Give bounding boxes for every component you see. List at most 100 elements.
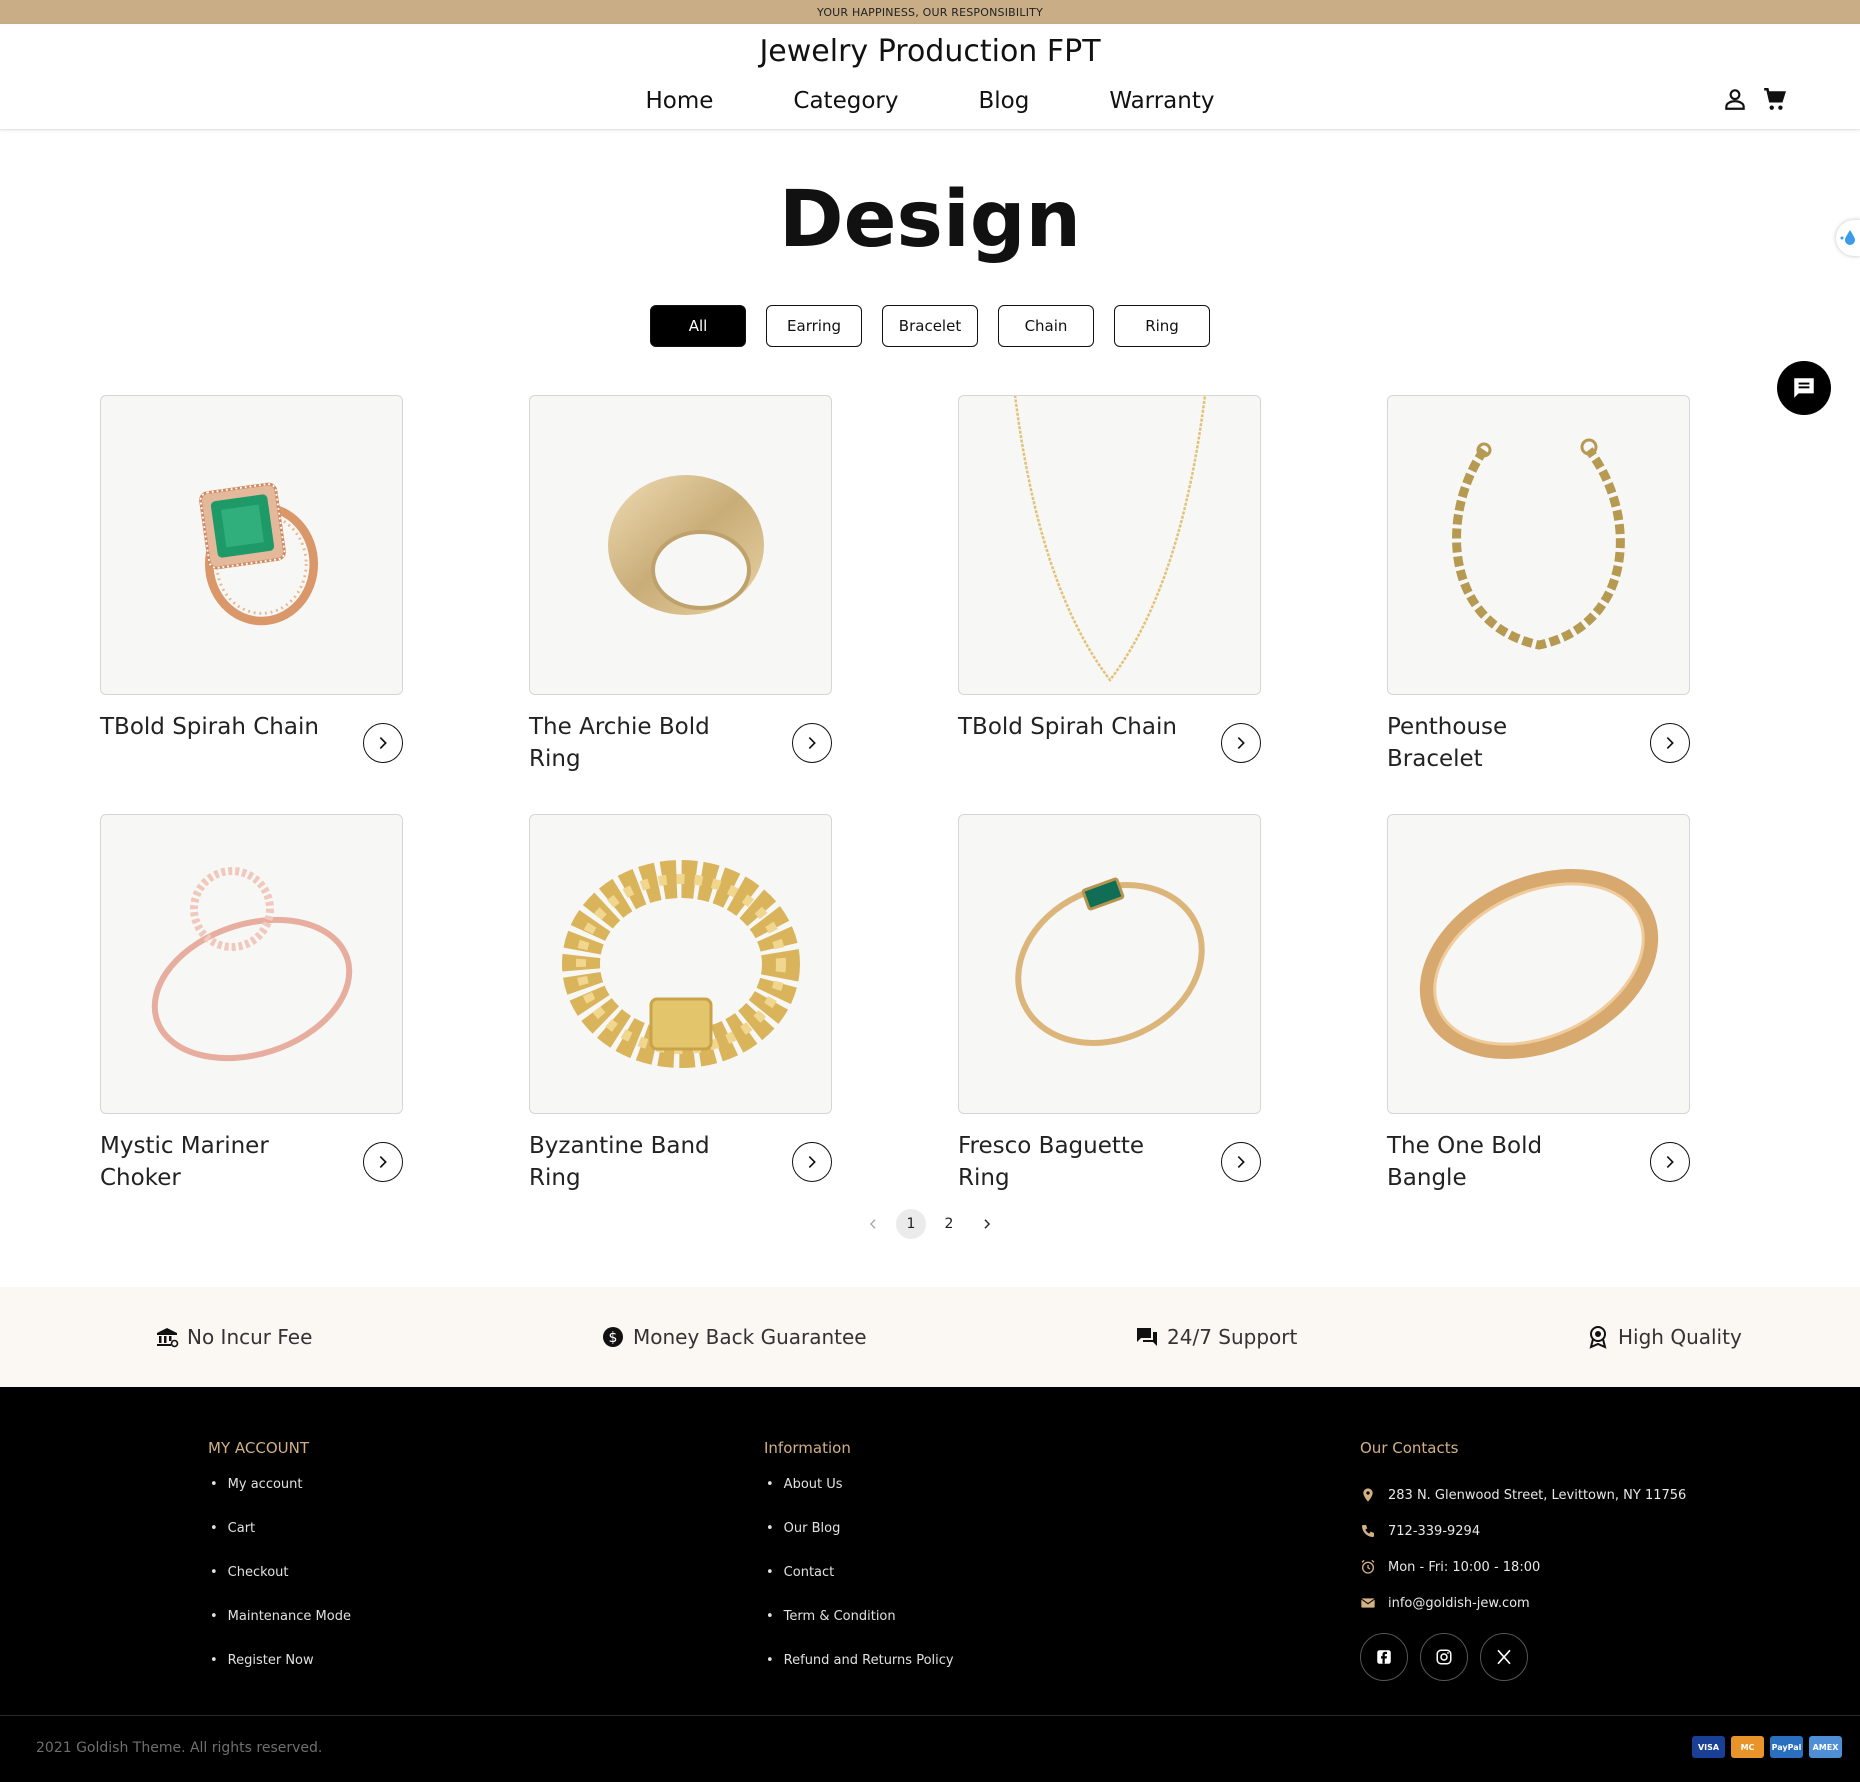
product-name[interactable]: The One Bold Bangle	[1387, 1130, 1607, 1194]
product-image-chain-necklace[interactable]	[958, 395, 1261, 695]
announcement-bar: YOUR HAPPINESS, OUR RESPONSIBILITY	[0, 0, 1860, 24]
feature-label: Money Back Guarantee	[633, 1325, 867, 1349]
product-card[interactable]: The Archie Bold Ring	[529, 395, 832, 772]
brand-title[interactable]: Jewelry Production FPT	[0, 34, 1860, 69]
product-image-chain-bracelet[interactable]	[1387, 395, 1690, 695]
next-page-button[interactable]	[972, 1209, 1002, 1239]
footer-link-my-account[interactable]: My account	[208, 1477, 351, 1521]
view-product-button[interactable]	[363, 723, 403, 763]
visa-icon: VISA	[1692, 1736, 1725, 1758]
product-image-circle-diamond-ring[interactable]	[100, 814, 403, 1114]
payment-methods: VISA MC PayPal AMEX	[1692, 1736, 1842, 1758]
contact-phone-text[interactable]: 712-339-9294	[1388, 1524, 1480, 1539]
nav-category[interactable]: Category	[793, 88, 898, 114]
copyright-text: 2021 Goldish Theme. All rights reserved.	[36, 1740, 323, 1756]
page-2-button[interactable]: 2	[934, 1209, 964, 1239]
bank-icon	[157, 1328, 179, 1348]
product-card[interactable]: TBold Spirah Chain	[100, 395, 403, 763]
product-name[interactable]: TBold Spirah Chain	[100, 711, 320, 743]
chat-button[interactable]	[1777, 361, 1831, 415]
x-icon[interactable]	[1480, 1633, 1528, 1681]
site-header: Jewelry Production FPT Home Category Blo…	[0, 24, 1860, 130]
product-card[interactable]: The One Bold Bangle	[1387, 814, 1690, 1191]
filter-ring[interactable]: Ring	[1114, 305, 1210, 347]
filter-earring[interactable]: Earring	[766, 305, 862, 347]
chevron-left-icon	[869, 1219, 876, 1229]
feature-support: 24/7 Support	[1135, 1325, 1297, 1349]
footer-link-cart[interactable]: Cart	[208, 1521, 351, 1565]
contact-hours-text: Mon - Fri: 10:00 - 18:00	[1388, 1559, 1541, 1575]
instagram-icon[interactable]	[1420, 1633, 1468, 1681]
prev-page-button[interactable]	[858, 1209, 888, 1239]
product-card[interactable]: Fresco Baguette Ring	[958, 814, 1261, 1191]
footer-link-register[interactable]: Register Now	[208, 1653, 351, 1697]
footer-heading: Our Contacts	[1360, 1439, 1459, 1457]
mastercard-icon: MC	[1731, 1736, 1764, 1758]
product-name[interactable]: Mystic Mariner Choker	[100, 1130, 320, 1194]
filter-chain[interactable]: Chain	[998, 305, 1094, 347]
paypal-icon: PayPal	[1770, 1736, 1803, 1758]
product-name[interactable]: TBold Spirah Chain	[958, 711, 1178, 743]
view-product-button[interactable]	[363, 1142, 403, 1182]
product-image-dome-ring[interactable]	[529, 395, 832, 695]
nav-home[interactable]: Home	[645, 88, 713, 114]
pagination: 1 2	[0, 1209, 1860, 1239]
product-name[interactable]: Fresco Baguette Ring	[958, 1130, 1178, 1194]
contact-email-text[interactable]: info@goldish-jew.com	[1388, 1596, 1530, 1611]
product-image-byzantine-ring[interactable]	[529, 814, 832, 1114]
feature-label: 24/7 Support	[1167, 1325, 1298, 1349]
view-product-button[interactable]	[1650, 723, 1690, 763]
alarm-clock-icon	[1361, 1559, 1375, 1574]
chevron-right-icon	[1237, 737, 1245, 749]
view-product-button[interactable]	[1650, 1142, 1690, 1182]
view-product-button[interactable]	[1221, 723, 1261, 763]
footer-link-terms[interactable]: Term & Condition	[764, 1609, 954, 1653]
nav-warranty[interactable]: Warranty	[1109, 88, 1214, 114]
contact-hours: Mon - Fri: 10:00 - 18:00	[1360, 1549, 1686, 1585]
footer-link-refund[interactable]: Refund and Returns Policy	[764, 1653, 954, 1697]
features-bar: No Incur Fee $ Money Back Guarantee 24/7…	[0, 1287, 1860, 1387]
product-card[interactable]: Byzantine Band Ring	[529, 814, 832, 1191]
product-name[interactable]: The Archie Bold Ring	[529, 711, 749, 775]
account-icon[interactable]	[1722, 86, 1748, 112]
product-name[interactable]: Byzantine Band Ring	[529, 1130, 749, 1194]
product-image-emerald-ring[interactable]	[100, 395, 403, 695]
filter-bracelet[interactable]: Bracelet	[882, 305, 978, 347]
footer-information-column: Information About Us Our Blog Contact Te…	[764, 1439, 954, 1697]
chevron-right-icon	[808, 1156, 816, 1168]
chevron-right-icon	[1666, 1156, 1674, 1168]
product-image-baguette-ring[interactable]	[958, 814, 1261, 1114]
product-card[interactable]: Mystic Mariner Choker	[100, 814, 403, 1191]
footer-link-contact[interactable]: Contact	[764, 1565, 954, 1609]
chevron-right-icon	[1666, 737, 1674, 749]
view-product-button[interactable]	[792, 1142, 832, 1182]
contact-address: 283 N. Glenwood Street, Levittown, NY 11…	[1360, 1477, 1686, 1513]
dollar-circle-icon: $	[603, 1327, 623, 1347]
footer-link-maintenance[interactable]: Maintenance Mode	[208, 1609, 351, 1653]
facebook-icon[interactable]	[1360, 1633, 1408, 1681]
contact-phone: 712-339-9294	[1360, 1513, 1686, 1549]
chat-icon	[1137, 1328, 1157, 1346]
product-card[interactable]: Penthouse Bracelet	[1387, 395, 1690, 772]
header-icons	[1722, 86, 1788, 112]
nav-blog[interactable]: Blog	[978, 88, 1029, 114]
view-product-button[interactable]	[792, 723, 832, 763]
footer-link-about[interactable]: About Us	[764, 1477, 954, 1521]
phone-icon	[1362, 1525, 1374, 1537]
product-image-bangle[interactable]	[1387, 814, 1690, 1114]
footer-link-blog[interactable]: Our Blog	[764, 1521, 954, 1565]
mail-icon	[1361, 1598, 1375, 1608]
footer-heading: Information	[764, 1439, 851, 1457]
footer-bottom-bar: 2021 Goldish Theme. All rights reserved.…	[0, 1715, 1860, 1782]
filter-all[interactable]: All	[650, 305, 746, 347]
contact-email: info@goldish-jew.com	[1360, 1585, 1686, 1621]
page-1-button[interactable]: 1	[896, 1209, 926, 1239]
footer-link-checkout[interactable]: Checkout	[208, 1565, 351, 1609]
chevron-right-icon	[1237, 1156, 1245, 1168]
cart-icon[interactable]	[1762, 86, 1788, 112]
view-product-button[interactable]	[1221, 1142, 1261, 1182]
chevron-right-icon	[379, 1156, 387, 1168]
main-nav: Home Category Blog Warranty	[0, 88, 1860, 114]
product-name[interactable]: Penthouse Bracelet	[1387, 711, 1607, 775]
product-card[interactable]: TBold Spirah Chain	[958, 395, 1261, 763]
